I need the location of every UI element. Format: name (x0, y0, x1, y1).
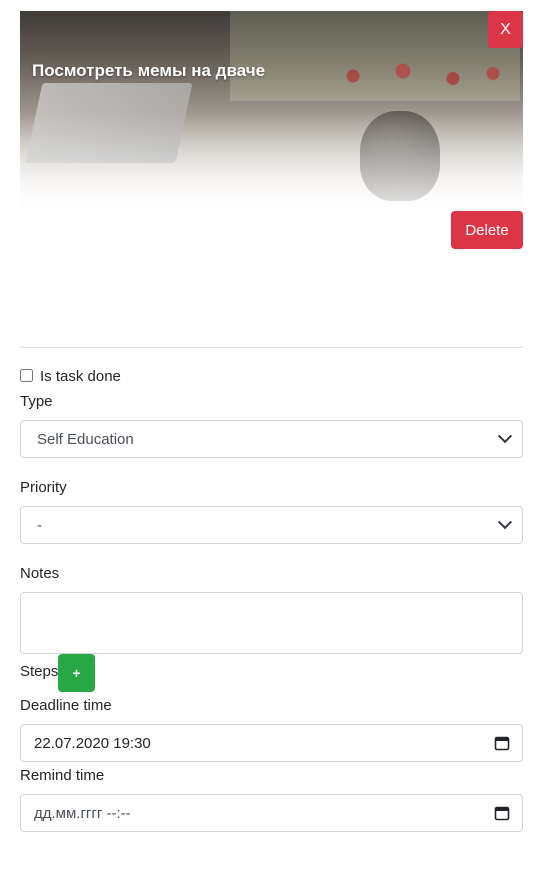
calendar-icon[interactable] (494, 805, 510, 821)
steps-label: Steps (20, 663, 59, 680)
chevron-down-icon (497, 429, 513, 444)
remind-value: дд.мм.гггг --:-- (34, 804, 131, 822)
task-title: Посмотреть мемы на дваче (32, 61, 266, 80)
type-select[interactable]: Self Education (20, 420, 523, 458)
remind-input[interactable]: дд.мм.гггг --:-- (20, 794, 523, 832)
deadline-input[interactable]: 22.07.2020 19:30 (20, 724, 523, 762)
notes-label: Notes (20, 565, 60, 582)
task-done-label: Is task done (40, 368, 121, 385)
delete-button[interactable]: Delete (451, 211, 523, 249)
close-button[interactable]: X (488, 11, 523, 48)
calendar-icon[interactable] (494, 735, 510, 751)
notes-textarea[interactable] (20, 592, 523, 654)
divider (20, 347, 523, 348)
deadline-label: Deadline time (20, 697, 112, 714)
type-label: Type (20, 393, 53, 410)
deadline-value: 22.07.2020 19:30 (34, 734, 151, 752)
add-step-button[interactable]: + (58, 654, 95, 692)
chevron-down-icon (497, 515, 513, 530)
priority-select[interactable]: - (20, 506, 523, 544)
task-done-checkbox[interactable] (20, 369, 33, 382)
priority-label: Priority (20, 479, 67, 496)
priority-select-value: - (37, 516, 42, 534)
task-cover-image: Посмотреть мемы на дваче (20, 11, 523, 211)
cover-overlay (20, 11, 523, 211)
type-select-value: Self Education (37, 430, 134, 448)
remind-label: Remind time (20, 767, 105, 784)
